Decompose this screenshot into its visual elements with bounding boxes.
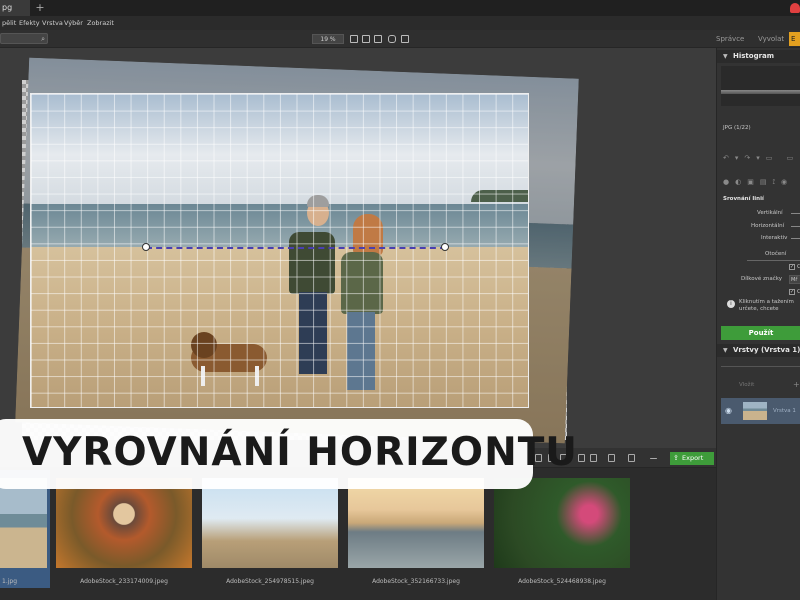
menu-item-selection[interactable]: Výběr [64,19,83,27]
menu-item-layer[interactable]: Vrstva [42,19,63,27]
insert-layer-button[interactable]: Vložit [739,382,754,388]
mode-edit-tab[interactable]: E [789,32,800,46]
histogram [721,66,800,106]
layer-thumbnail [743,402,767,420]
mode-manage-tab[interactable]: Správce [716,35,744,43]
hint-text: Kliknutím a tažením určete, chcete narov… [739,299,794,312]
info-icon: i [727,300,735,308]
add-layer-icon[interactable]: + [793,380,800,389]
lock-icon[interactable] [388,35,396,43]
export-button[interactable]: ⇪ Export [670,452,714,465]
search-input[interactable]: ⌕ [0,33,48,44]
zoom-field[interactable]: 19 % [312,34,344,44]
checkbox-a[interactable]: ✓ [789,264,795,270]
thumbnail-5[interactable] [494,478,630,568]
thumbnail-label: AdobeStock_233174009.jpeg [80,578,168,585]
option-horizontal[interactable]: Horizontální [751,223,784,229]
guides-select[interactable]: Mř [789,275,800,284]
right-panel: ▼ Histogram JPG (1/22) ↶▾↷▾▭ ▭ ●◐▣▤⟟◉ Sr… [716,48,800,600]
thumbnail-2[interactable] [56,478,192,568]
thumbnail-label: 1.jpg [2,578,18,585]
overlay-title-banner: VYROVNÁNÍ HORIZONTU [0,419,577,489]
menu-item-effects[interactable]: Efekty [19,19,40,27]
menu-item-edit[interactable]: pělit [2,19,16,27]
option-vertical[interactable]: Vertikální [757,210,783,216]
compare-icon[interactable] [401,35,409,43]
overlay-title-text: VYROVNÁNÍ HORIZONTU [22,430,578,475]
thumbnail-label: AdobeStock_254978515.jpeg [226,578,314,585]
eye-icon[interactable]: ◉ [725,406,732,415]
menu-bar: pělit Efekty Vrstva Výběr Zobrazit [0,16,800,30]
toolbar: ⌕ 19 % Správce Vyvolat [0,30,800,48]
horizon-handle-right[interactable] [441,243,449,251]
mode-develop-tab[interactable]: Vyvolat [758,35,784,43]
rotation-label: Otočení [765,251,787,257]
crop-grid [31,94,528,407]
thumbnail-4[interactable] [348,478,484,568]
share-icon[interactable] [608,454,615,462]
straighten-title: Srovnání linií [723,196,764,202]
horizon-guide-line[interactable] [146,247,446,249]
tag-icon[interactable] [628,454,635,462]
rotate-icon[interactable] [590,454,597,462]
history-icons[interactable]: ↶▾↷▾▭ ▭ [723,154,800,164]
fit-screen-icon[interactable] [350,35,358,43]
export-icon: ⇪ [673,454,679,462]
histogram-header[interactable]: ▼ Histogram [717,50,800,63]
apply-button[interactable]: Použít [721,326,800,340]
menu-item-view[interactable]: Zobrazit [87,19,114,27]
thumbnail-1[interactable] [0,478,47,568]
actual-size-icon[interactable] [362,35,370,43]
tool-icons[interactable]: ●◐▣▤⟟◉ [723,178,800,188]
guides-label: Dílkové značky [741,276,783,282]
checkbox-b[interactable]: ✓ [789,289,795,295]
file-info: JPG (1/22) [723,125,751,131]
thumbnail-label: AdobeStock_524468938.jpeg [518,578,606,585]
window-titlebar: pg + [0,0,800,16]
folder-icon[interactable] [578,454,585,462]
chevron-down-icon: ▼ [723,53,728,60]
thumbnail-label: AdobeStock_352166733.jpeg [372,578,460,585]
option-interactive[interactable]: Interaktiv [761,235,787,241]
layers-header[interactable]: ▼ Vrstvy (Vrstva 1) [717,344,800,357]
notification-icon[interactable] [790,3,800,13]
fullscreen-icon[interactable] [374,35,382,43]
search-icon: ⌕ [41,35,45,43]
more-icon[interactable] [650,458,657,459]
straightened-photo[interactable] [30,93,529,408]
layer-name: Vrstva 1 [773,408,796,414]
thumbnail-3[interactable] [202,478,338,568]
editor-canvas[interactable] [0,48,716,448]
chevron-down-icon: ▼ [723,347,728,354]
document-tab[interactable]: pg [0,0,30,16]
horizon-handle-left[interactable] [142,243,150,251]
new-tab-button[interactable]: + [34,0,46,16]
